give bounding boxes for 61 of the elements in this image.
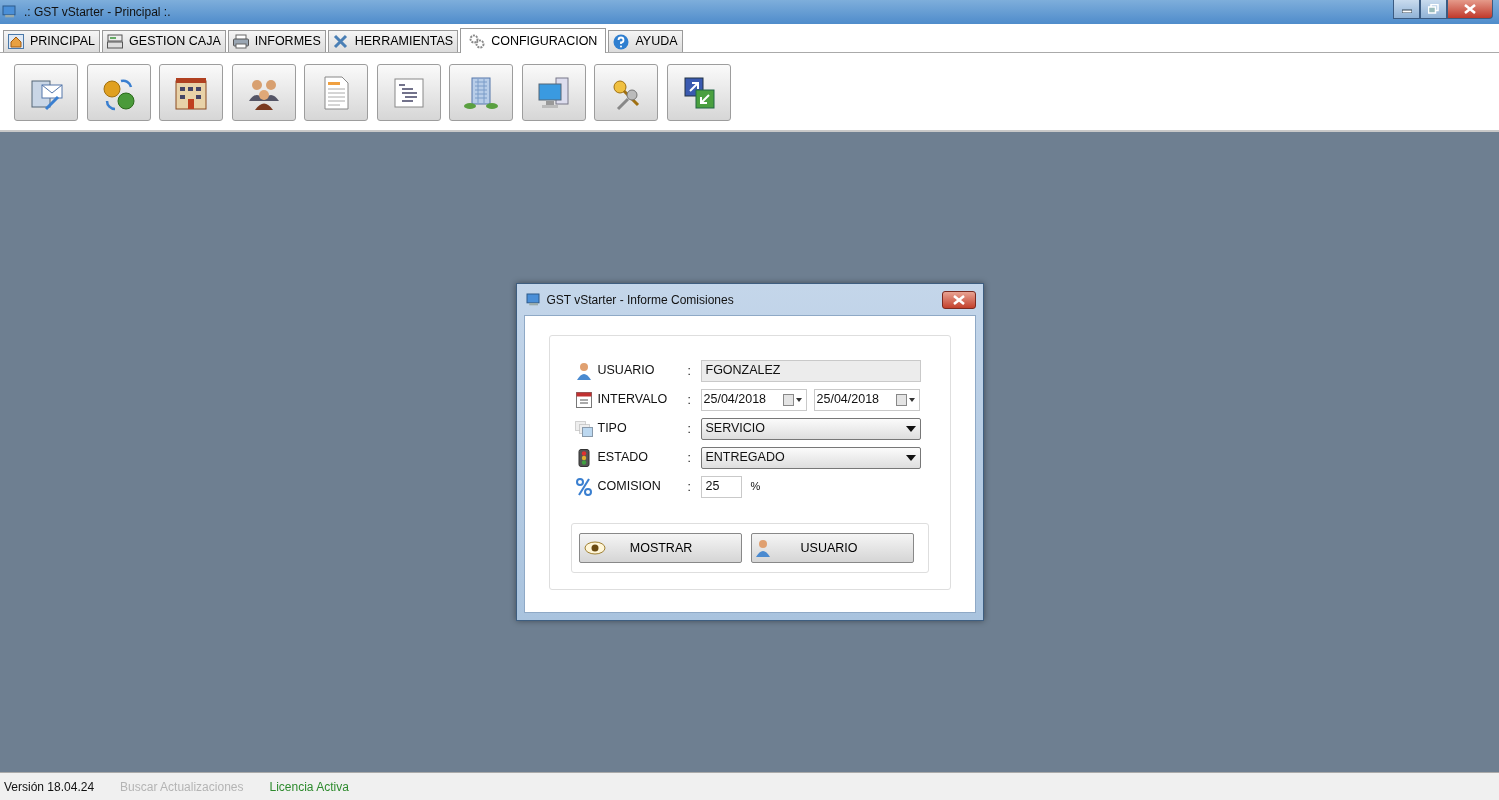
dialog-button[interactable]: MOSTRAR (578, 533, 742, 563)
caret-icon (905, 454, 916, 461)
computer-icon (535, 74, 572, 111)
dropdown[interactable]: ENTREGADO (700, 446, 921, 469)
maximize-button[interactable] (1420, 0, 1447, 19)
field-label: ESTADO (597, 449, 649, 467)
toolbar-button[interactable] (159, 64, 223, 121)
tab[interactable]: INFORMES (227, 30, 326, 52)
toolbar-button[interactable] (666, 64, 731, 121)
field-label: TIPO (597, 420, 628, 438)
house-icon (8, 34, 24, 49)
dialog-button[interactable]: USUARIO (750, 533, 914, 563)
version-text: Versión 18.04.24 (4, 778, 95, 796)
stacked-windows-icon (574, 420, 593, 437)
tools-icon (332, 34, 349, 49)
close-button[interactable] (1447, 0, 1493, 19)
printer-icon (232, 34, 249, 49)
input-field: FGONZALEZ (700, 359, 921, 382)
calendar-dropdown-icon (782, 393, 803, 406)
field-label: INTERVALO (597, 391, 669, 409)
dropdown[interactable]: SERVICIO (700, 417, 921, 440)
eye-icon (583, 541, 606, 555)
restore-icon (1428, 4, 1439, 14)
separator: : (687, 420, 692, 438)
person-icon (755, 539, 770, 557)
traffic-light-icon (575, 448, 592, 467)
person-icon (576, 361, 591, 380)
calendar-dropdown-icon (895, 393, 916, 406)
close-icon (1464, 4, 1476, 14)
tab[interactable]: AYUDA (608, 30, 683, 52)
close-icon (952, 294, 965, 305)
register-icon (107, 34, 124, 49)
unit-label: % (750, 479, 761, 495)
close-button[interactable] (941, 290, 976, 309)
toolbar-button[interactable] (86, 64, 151, 121)
tab[interactable]: GESTION CAJA (102, 30, 226, 52)
date-picker[interactable]: 25/04/2018 (813, 388, 920, 411)
tab[interactable]: HERRAMIENTAS (327, 30, 459, 52)
dialog-title: GST vStarter - Informe Comisiones (546, 291, 734, 309)
field-label: USUARIO (597, 362, 656, 380)
office-tower-icon (463, 74, 499, 111)
separator: : (687, 478, 692, 496)
license-status: Licencia Activa (269, 778, 349, 796)
window-title: .: GST vStarter - Principal :. (24, 4, 171, 21)
minimize-button[interactable] (1393, 0, 1420, 19)
date-picker[interactable]: 25/04/2018 (700, 388, 807, 411)
separator: : (687, 449, 692, 467)
calendar-icon (575, 391, 592, 408)
tab[interactable]: CONFIGURACION (460, 28, 607, 53)
caret-icon (905, 425, 916, 432)
percent-icon (575, 477, 592, 496)
separator: : (687, 391, 692, 409)
input-field[interactable]: 25 (700, 475, 742, 498)
tab[interactable]: PRINCIPAL (3, 30, 101, 52)
toolbar-button[interactable] (376, 64, 441, 121)
help-icon (613, 33, 630, 50)
toolbar-button[interactable] (231, 64, 296, 121)
monitor-icon (525, 292, 542, 307)
separator: : (687, 362, 692, 380)
monitor-icon (2, 5, 18, 19)
field-label: COMISION (597, 478, 662, 496)
